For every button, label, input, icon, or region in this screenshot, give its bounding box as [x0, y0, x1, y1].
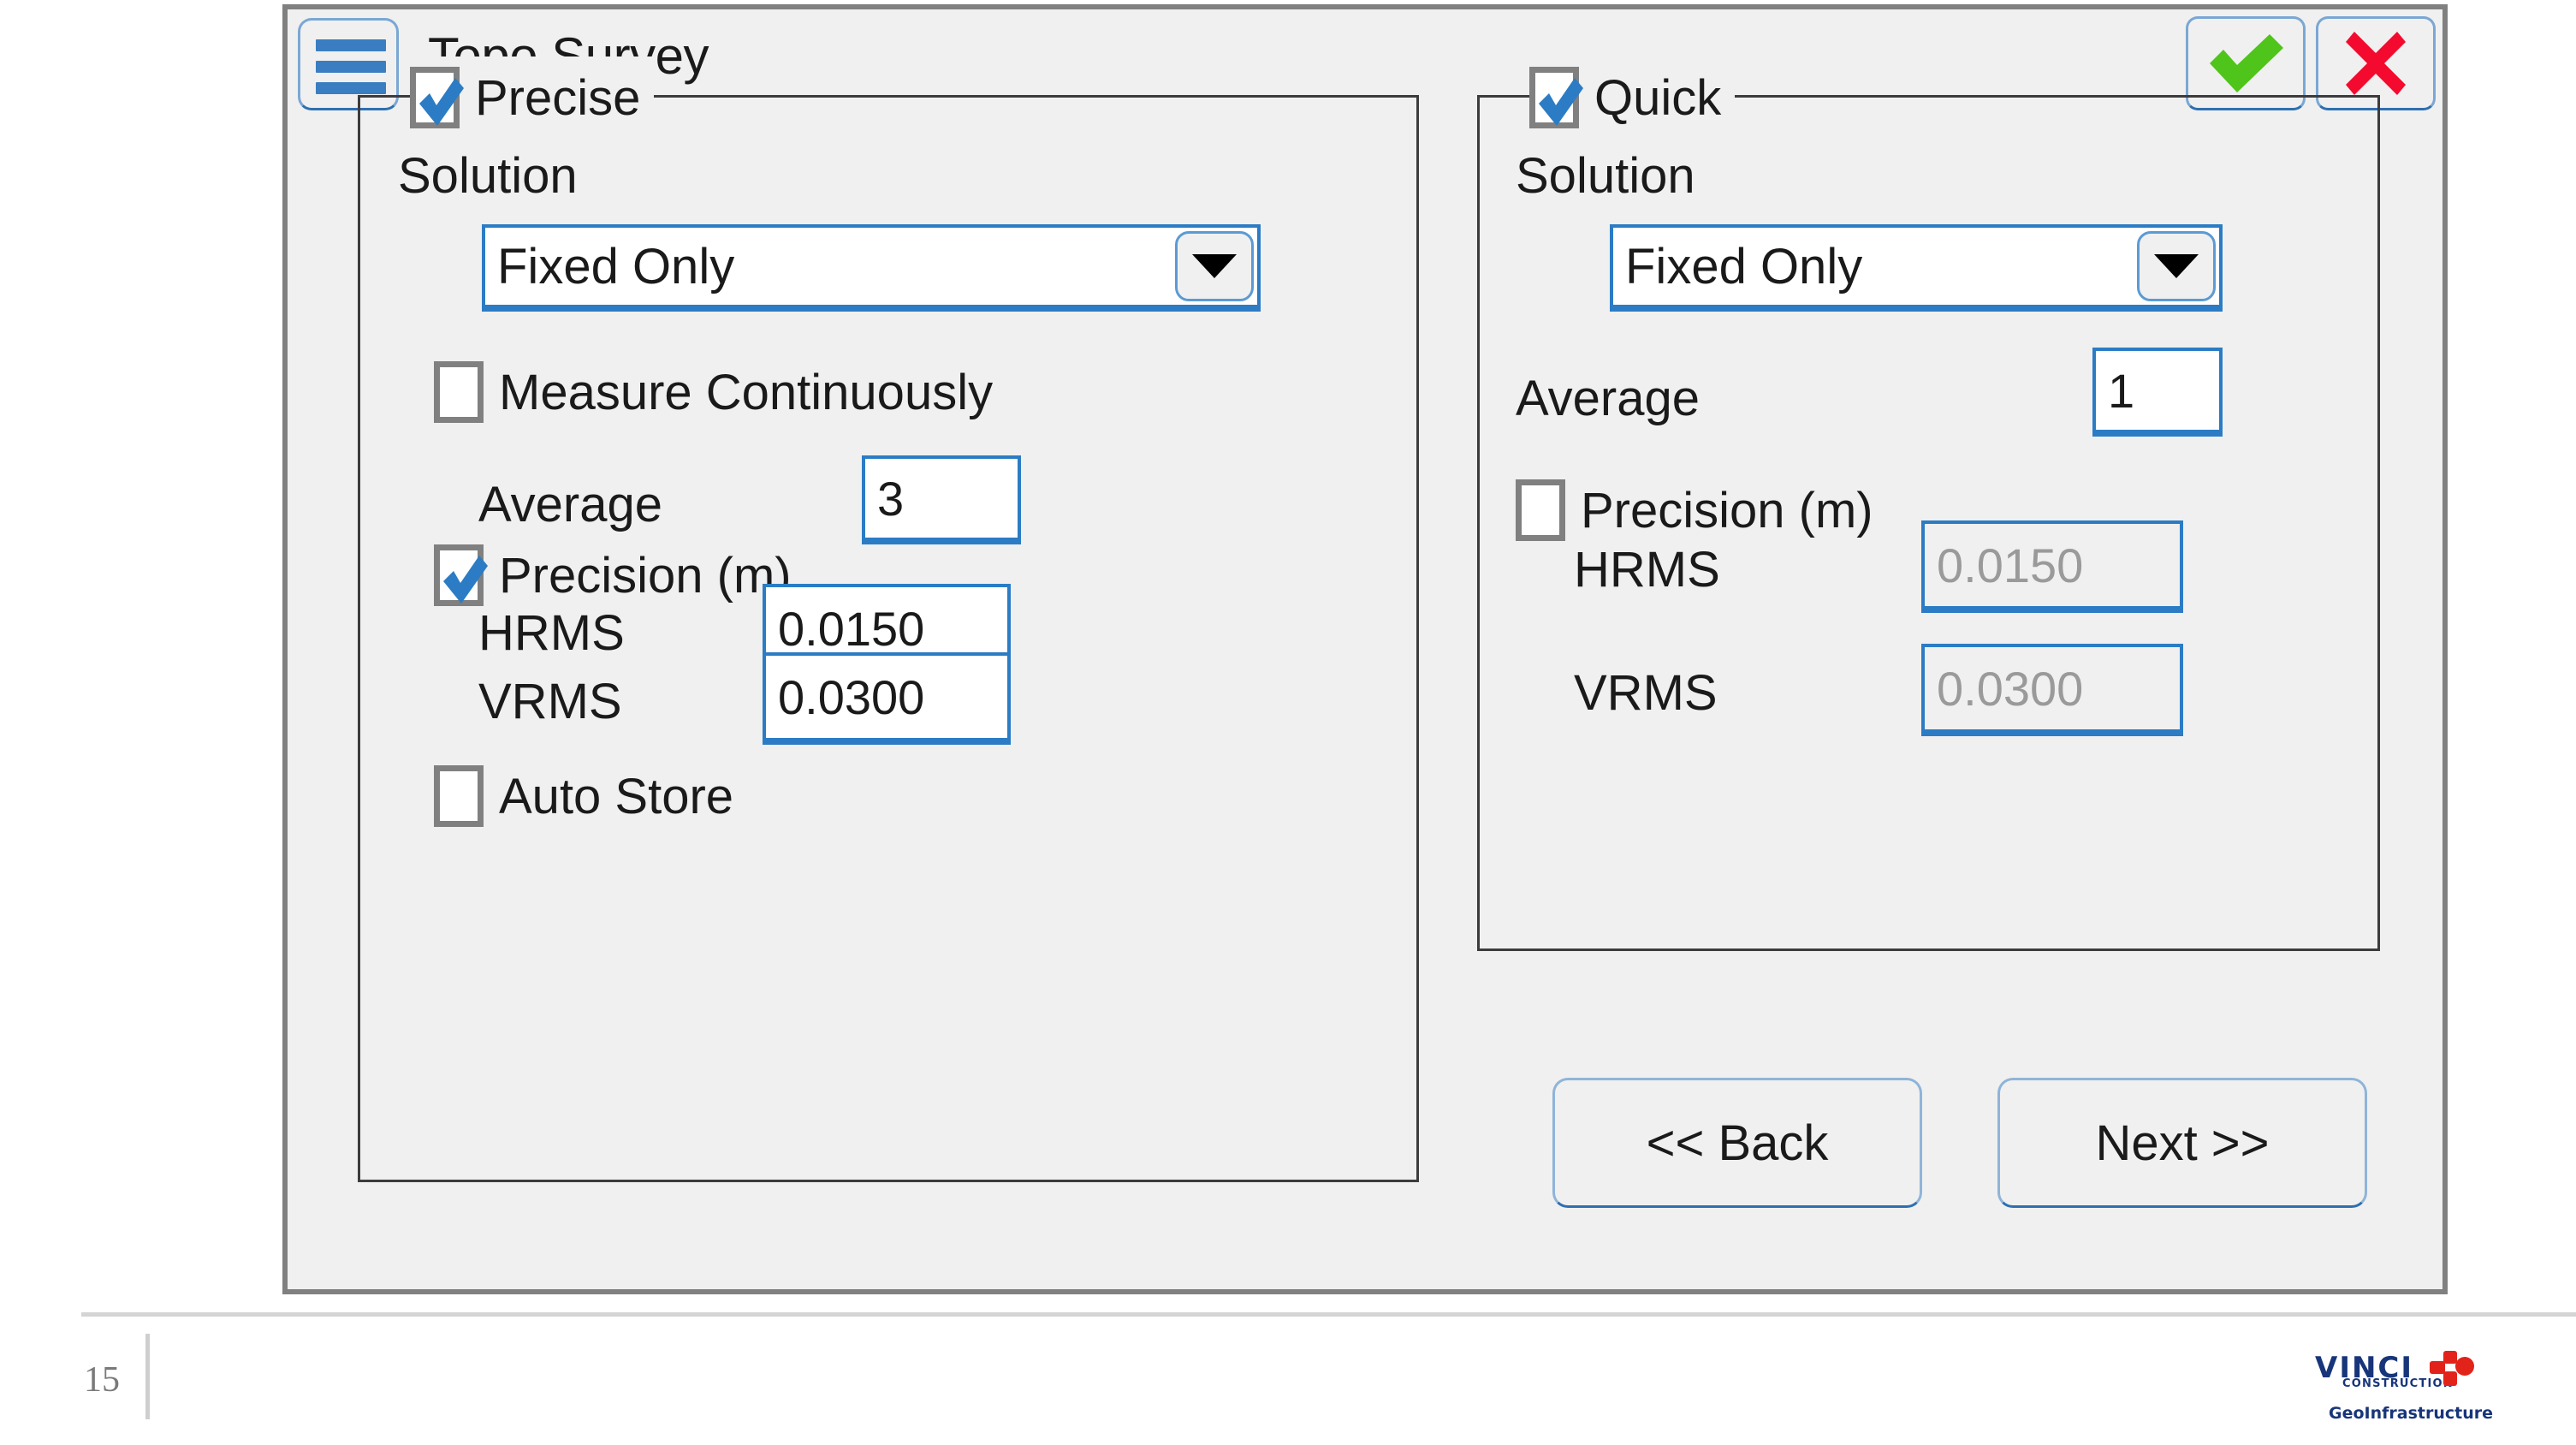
precise-average-value: 3: [877, 471, 905, 526]
page-number-separator: [145, 1334, 150, 1419]
precise-average-input[interactable]: 3: [862, 455, 1021, 544]
precise-checkbox[interactable]: [410, 67, 464, 128]
back-button[interactable]: << Back: [1552, 1078, 1922, 1208]
topo-survey-window: Topo Survey Precise Solution Fixed Only: [282, 4, 2448, 1294]
precise-label: Precise: [475, 69, 641, 126]
back-button-label: << Back: [1646, 1115, 1829, 1171]
measure-continuously-row[interactable]: Measure Continuously: [434, 361, 993, 423]
geoinfrastructure-label: GeoInfrastructure: [2329, 1404, 2494, 1423]
quick-label: Quick: [1594, 69, 1722, 126]
precise-vrms-label: VRMS: [478, 674, 622, 729]
red-x-icon: [2346, 32, 2406, 95]
quick-average-value: 1: [2108, 363, 2135, 418]
quick-checkbox[interactable]: [1529, 67, 1583, 128]
measure-continuously-checkbox[interactable]: [434, 361, 484, 423]
quick-hrms-label: HRMS: [1574, 542, 1720, 598]
quick-solution-value: Fixed Only: [1625, 238, 1863, 294]
chevron-down-icon[interactable]: [1175, 231, 1254, 301]
quick-hrms-input: 0.0150: [1921, 520, 2183, 613]
chevron-down-icon[interactable]: [2137, 231, 2216, 301]
precise-hrms-label: HRMS: [478, 605, 625, 661]
precise-precision-row[interactable]: Precision (m): [434, 544, 792, 606]
quick-solution-combobox[interactable]: Fixed Only: [1610, 224, 2223, 312]
precise-average-label: Average: [478, 477, 662, 532]
auto-store-row[interactable]: Auto Store: [434, 765, 733, 827]
quick-vrms-value: 0.0300: [1937, 661, 2084, 716]
green-check-icon: [2210, 34, 2283, 92]
quick-group-caption: Quick: [1529, 56, 1736, 139]
auto-store-checkbox[interactable]: [434, 765, 484, 827]
quick-average-label: Average: [1516, 371, 1700, 426]
precise-precision-label: Precision (m): [499, 547, 792, 604]
quick-precision-row[interactable]: Precision (m): [1516, 479, 1873, 541]
precise-solution-combobox[interactable]: Fixed Only: [482, 224, 1261, 312]
precise-group: Precise Solution Fixed Only Measure Cont…: [358, 56, 1419, 1182]
quick-group: Quick Solution Fixed Only Average 1 Prec…: [1477, 56, 2380, 951]
quick-hrms-value: 0.0150: [1937, 538, 2084, 592]
quick-solution-label: Solution: [1516, 148, 1695, 204]
quick-precision-label: Precision (m): [1581, 482, 1873, 538]
hamburger-menu-icon: [316, 39, 386, 51]
precise-solution-value: Fixed Only: [497, 238, 735, 294]
checkmark-icon: [419, 78, 464, 126]
precise-precision-checkbox[interactable]: [434, 544, 488, 606]
vinci-logo: VINCI CONSTRUCTION GeoInfrastructure: [2315, 1351, 2512, 1436]
hamburger-menu-icon: [316, 82, 386, 94]
precise-solution-label: Solution: [398, 148, 578, 204]
footer-divider: [81, 1312, 2576, 1317]
auto-store-label: Auto Store: [499, 768, 734, 824]
quick-vrms-label: VRMS: [1574, 665, 1718, 721]
precise-group-caption: Precise: [410, 56, 655, 139]
page-number: 15: [84, 1360, 120, 1400]
precise-vrms-input[interactable]: 0.0300: [763, 652, 1011, 745]
quick-precision-checkbox[interactable]: [1516, 479, 1565, 541]
quick-average-input[interactable]: 1: [2092, 348, 2223, 437]
next-button-label: Next >>: [2095, 1115, 2270, 1171]
hamburger-menu-icon: [316, 61, 386, 73]
quick-vrms-input: 0.0300: [1921, 644, 2183, 736]
next-button[interactable]: Next >>: [1997, 1078, 2367, 1208]
precise-vrms-value: 0.0300: [778, 669, 925, 724]
precise-hrms-value: 0.0150: [778, 601, 925, 656]
vinci-cross-icon: [2430, 1351, 2474, 1386]
checkmark-icon: [1539, 78, 1583, 126]
measure-continuously-label: Measure Continuously: [499, 364, 994, 420]
